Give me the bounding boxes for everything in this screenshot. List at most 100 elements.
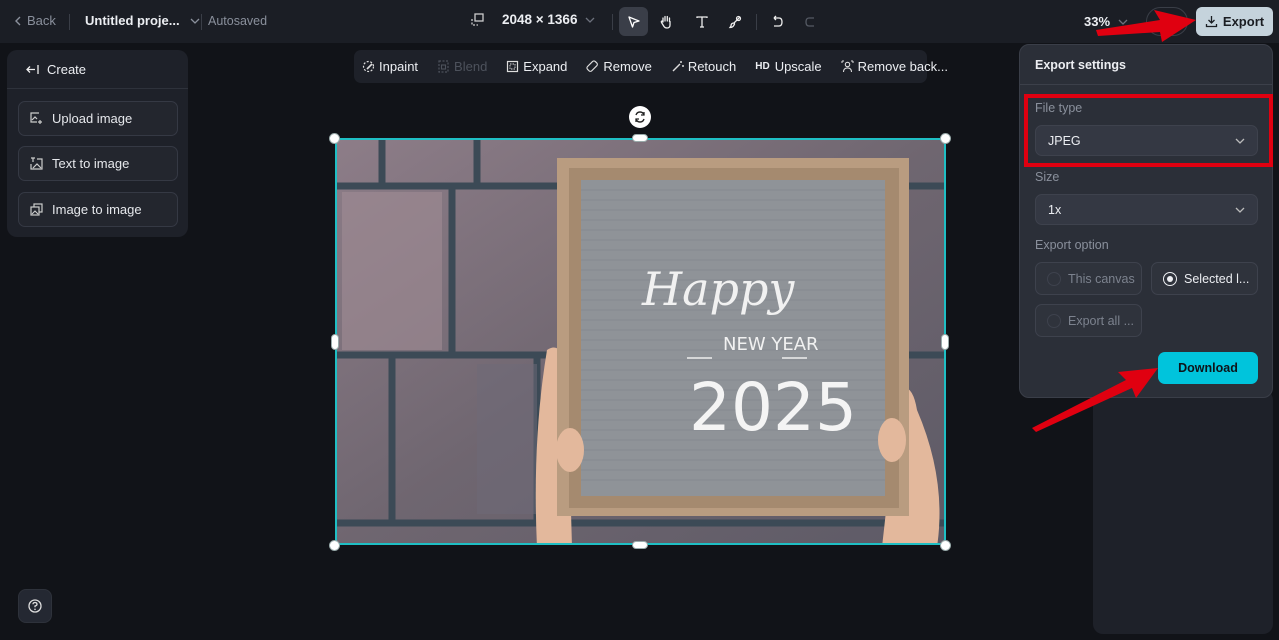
photo-text-happy: Happy <box>641 262 795 316</box>
blend-icon <box>438 60 449 73</box>
size-value: 1x <box>1048 202 1062 217</box>
create-panel-title: Create <box>47 61 87 77</box>
divider <box>756 14 757 30</box>
remove-background-label: Remove back... <box>857 59 948 74</box>
help-button[interactable] <box>18 589 52 623</box>
ai-toolbar: Inpaint Blend Expand Remove Retouch HD U… <box>354 50 948 83</box>
create-panel-header[interactable]: Create <box>7 50 188 89</box>
retouch-button[interactable]: Retouch <box>671 59 736 74</box>
chevron-down-icon <box>1235 207 1245 213</box>
resize-handle-right[interactable] <box>941 334 949 350</box>
divider <box>612 14 613 30</box>
resize-handle-left[interactable] <box>331 334 339 350</box>
back-button[interactable]: Back <box>14 13 56 28</box>
upload-image-button[interactable]: Upload image <box>18 101 178 136</box>
project-title-dropdown[interactable]: Untitled proje... <box>85 13 200 28</box>
resize-handle-bottom[interactable] <box>632 541 648 549</box>
remove-button[interactable]: Remove <box>586 59 652 74</box>
collapse-left-icon <box>26 64 39 74</box>
help-icon <box>28 599 42 613</box>
back-label: Back <box>27 13 56 28</box>
redo-icon <box>804 16 814 27</box>
upscale-button[interactable]: HD Upscale <box>755 59 821 74</box>
rotate-handle[interactable] <box>629 106 651 128</box>
hand-icon <box>660 15 671 29</box>
create-panel: Create Upload image Text to image Image … <box>7 50 188 237</box>
divider <box>201 14 202 30</box>
eraser-icon <box>586 60 599 72</box>
export-label: Export <box>1222 14 1265 29</box>
export-option-label: Export option <box>1035 238 1109 252</box>
export-button[interactable]: Export <box>1196 7 1273 36</box>
resize-handle-top-right[interactable] <box>940 133 951 144</box>
inpaint-button[interactable]: Inpaint <box>362 59 418 74</box>
zoom-level: 33% <box>1084 14 1111 29</box>
top-bar: Back Untitled proje... Autosaved 2048 × … <box>0 0 1279 43</box>
resize-handle-bottom-right[interactable] <box>940 540 951 551</box>
text-tool-button[interactable] <box>687 7 716 36</box>
magic-wand-icon <box>672 61 684 72</box>
image-to-image-label: Image to image <box>52 202 142 217</box>
chevron-left-icon <box>15 16 21 25</box>
brush-tool-button[interactable] <box>720 7 749 36</box>
new-year-photo: Happy NEW YEAR 2025 <box>337 140 944 543</box>
size-select[interactable]: 1x <box>1035 194 1258 225</box>
cursor-icon <box>627 15 640 28</box>
canvas-size: 2048 × 1366 <box>502 12 578 27</box>
hand-tool-button[interactable] <box>652 7 681 36</box>
resize-handle-top[interactable] <box>632 134 648 142</box>
canvas-size-dropdown[interactable]: 2048 × 1366 <box>471 12 595 27</box>
undo-button[interactable] <box>762 7 791 36</box>
file-type-highlight <box>1024 94 1273 167</box>
download-button[interactable]: Download <box>1158 352 1258 384</box>
text-to-image-button[interactable]: Text to image <box>18 146 178 181</box>
inpaint-icon <box>362 60 375 73</box>
option-export-all[interactable]: Export all ... <box>1035 304 1142 337</box>
project-title: Untitled proje... <box>85 13 180 28</box>
expand-button[interactable]: Expand <box>506 59 567 74</box>
avatar-icon <box>1161 15 1173 28</box>
photo-text-2025: 2025 <box>689 369 857 446</box>
resize-handle-bottom-left[interactable] <box>329 540 340 551</box>
resize-icon <box>471 13 484 26</box>
option-selected-layers-label: Selected l... <box>1184 271 1250 286</box>
remove-label: Remove <box>603 59 652 74</box>
user-avatar[interactable] <box>1146 7 1188 36</box>
text-to-image-label: Text to image <box>52 156 130 171</box>
size-label: Size <box>1035 170 1060 184</box>
layers-panel <box>1093 390 1273 634</box>
upscale-label: Upscale <box>774 59 822 74</box>
canvas-image[interactable]: Happy NEW YEAR 2025 <box>335 138 946 545</box>
text-to-image-icon <box>30 157 43 170</box>
select-tool-button[interactable] <box>619 7 648 36</box>
remove-background-button[interactable]: Remove back... <box>841 59 948 74</box>
undo-icon <box>773 15 783 27</box>
zoom-dropdown[interactable]: 33% <box>1084 14 1128 29</box>
remove-background-icon <box>841 60 854 73</box>
radio-icon <box>1047 271 1061 286</box>
divider <box>69 14 70 30</box>
text-icon <box>695 15 708 28</box>
brush-icon <box>728 15 741 28</box>
expand-icon <box>507 60 519 73</box>
image-to-image-button[interactable]: Image to image <box>18 192 178 227</box>
image-to-image-icon <box>30 203 43 216</box>
radio-selected-icon <box>1163 271 1177 286</box>
option-this-canvas[interactable]: This canvas <box>1035 262 1142 295</box>
blend-label: Blend <box>454 59 488 74</box>
option-selected-layers[interactable]: Selected l... <box>1151 262 1258 295</box>
chevron-down-icon <box>1118 19 1128 25</box>
inpaint-label: Inpaint <box>379 59 419 74</box>
hd-icon: HD <box>755 61 770 72</box>
photo-text-new-year: NEW YEAR <box>723 334 819 355</box>
expand-label: Expand <box>523 59 568 74</box>
download-icon <box>1205 16 1218 28</box>
rotate-icon <box>635 111 645 123</box>
chevron-down-icon <box>585 17 595 23</box>
resize-handle-top-left[interactable] <box>329 133 340 144</box>
export-settings-title: Export settings <box>1020 45 1272 85</box>
redo-button[interactable] <box>796 7 825 36</box>
save-status: Autosaved <box>208 14 268 28</box>
option-this-canvas-label: This canvas <box>1068 271 1135 286</box>
blend-button[interactable]: Blend <box>437 59 487 74</box>
